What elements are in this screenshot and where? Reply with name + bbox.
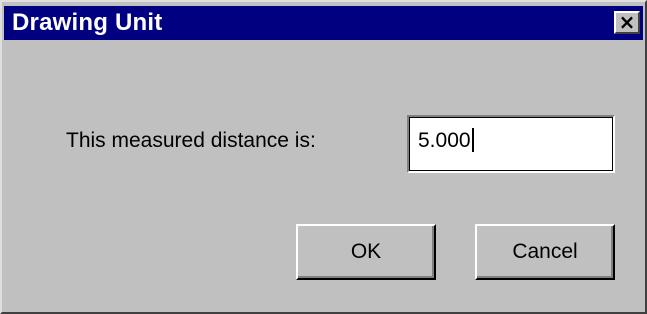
ok-button[interactable]: OK bbox=[296, 224, 436, 280]
distance-label: This measured distance is: bbox=[66, 129, 316, 152]
close-icon: × bbox=[618, 10, 636, 34]
close-button[interactable]: × bbox=[614, 11, 640, 34]
title-bar[interactable]: Drawing Unit × bbox=[4, 6, 643, 40]
distance-input[interactable]: 5.000 bbox=[407, 115, 615, 173]
cancel-button[interactable]: Cancel bbox=[475, 224, 615, 280]
distance-value: 5.000 bbox=[418, 129, 471, 152]
dialog-title: Drawing Unit bbox=[12, 9, 163, 36]
drawing-unit-dialog: Drawing Unit × This measured distance is… bbox=[0, 0, 647, 314]
text-caret bbox=[471, 128, 474, 152]
